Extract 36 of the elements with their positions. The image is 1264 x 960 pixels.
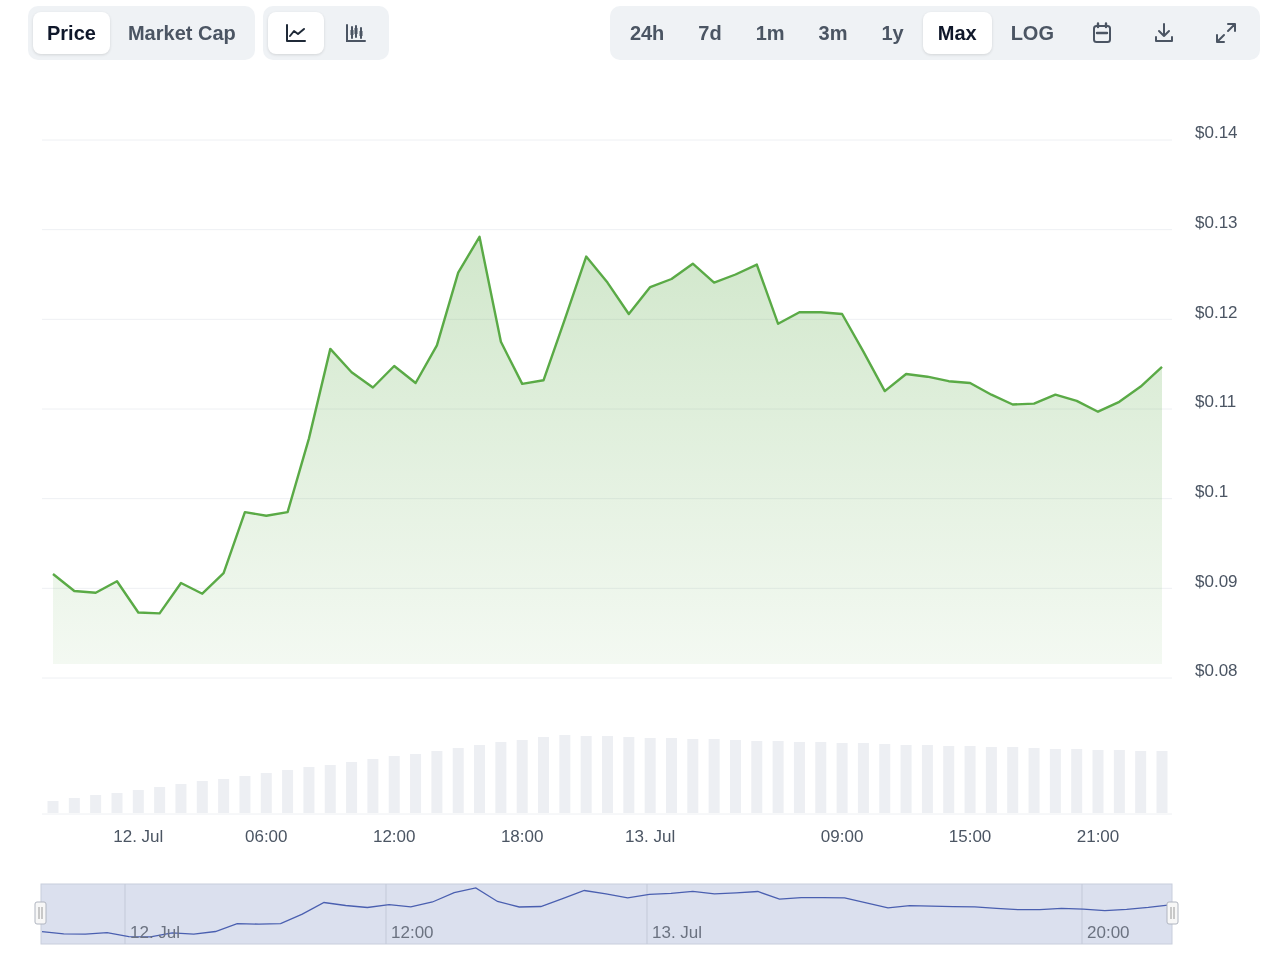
x-axis-label: 12:00 — [372, 827, 416, 846]
candlestick-icon — [344, 23, 367, 43]
range-tab[interactable]: 7d — [683, 12, 737, 54]
line-chart-button[interactable] — [267, 12, 324, 54]
y-axis-label: $0.08 — [1195, 661, 1238, 681]
x-axis-label: 06:00 — [245, 827, 288, 846]
metric-tab[interactable]: Price — [33, 12, 110, 54]
navigator-handle[interactable] — [34, 901, 47, 925]
line-chart-icon — [284, 23, 307, 43]
x-axis-label: 15:00 — [948, 827, 992, 846]
x-axis-label: 18:00 — [500, 827, 544, 846]
navigator-label: 12:00 — [391, 923, 434, 942]
y-axis-label: $0.12 — [1195, 302, 1238, 322]
x-axis-label: 09:00 — [820, 827, 864, 846]
calendar-icon — [1092, 22, 1112, 44]
x-axis-label: 12. Jul — [113, 827, 164, 846]
y-axis-label: $0.09 — [1195, 571, 1238, 591]
range-tab[interactable]: 24h — [614, 12, 680, 54]
y-axis-label: $0.13 — [1195, 213, 1238, 233]
x-axis-label: 21:00 — [1076, 827, 1120, 846]
navigator-label: 13. Jul — [652, 923, 703, 942]
range-tab[interactable]: Max — [922, 12, 992, 54]
navigator-handle[interactable] — [1166, 901, 1179, 925]
range-tab[interactable]: 1m — [740, 12, 800, 54]
range-tab[interactable]: 3m — [803, 12, 863, 54]
navigator-label: 20:00 — [1087, 923, 1130, 942]
expand-icon — [1215, 22, 1237, 44]
range-tab[interactable]: 1y — [866, 12, 919, 54]
download-icon — [1153, 22, 1175, 44]
navigator-window[interactable] — [40, 883, 1173, 945]
y-axis-label: $0.1 — [1195, 482, 1229, 502]
metric-tab[interactable]: Market Cap — [113, 12, 250, 54]
x-axis-label: 13. Jul — [625, 827, 676, 846]
log-scale-toggle[interactable]: LOG — [995, 12, 1069, 54]
y-axis-label: $0.14 — [1195, 123, 1238, 143]
y-axis-label: $0.11 — [1195, 392, 1237, 412]
